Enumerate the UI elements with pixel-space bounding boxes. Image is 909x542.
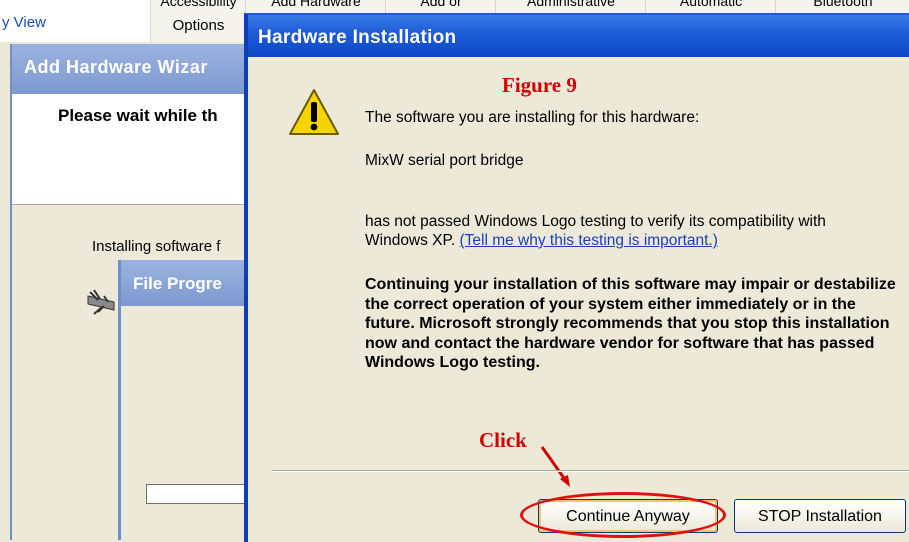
software-intro-text: The software you are installing for this… bbox=[365, 109, 700, 126]
cp-item-top-label: Add Hardware bbox=[271, 0, 361, 9]
cp-item-accessibility[interactable]: Accessibility Options bbox=[150, 0, 246, 42]
logo-testing-text: has not passed Windows Logo testing to v… bbox=[365, 212, 885, 250]
dialog-titlebar[interactable]: Hardware Installation bbox=[248, 15, 909, 57]
wizard-status-text: Installing software f bbox=[92, 238, 221, 255]
stop-installation-button[interactable]: STOP Installation bbox=[734, 499, 906, 533]
hardware-device-icon bbox=[87, 289, 115, 315]
category-view-link[interactable]: y View bbox=[2, 14, 46, 31]
device-name: MixW serial port bridge bbox=[365, 152, 524, 169]
wizard-title: Add Hardware Wizar bbox=[24, 57, 208, 77]
warning-icon bbox=[289, 89, 339, 135]
cp-item-top-label: Add or bbox=[420, 0, 462, 9]
figure-annotation: Figure 9 bbox=[502, 73, 577, 97]
wizard-titlebar[interactable]: Add Hardware Wizar bbox=[12, 44, 272, 94]
cp-item-top-label: Bluetooth bbox=[813, 0, 873, 9]
cp-item-label: Options bbox=[172, 17, 225, 34]
cp-item-top-label: Automatic bbox=[679, 0, 743, 9]
click-annotation: Click bbox=[479, 428, 527, 452]
hardware-installation-dialog: Hardware Installation Figure 9 The softw… bbox=[244, 13, 909, 542]
why-testing-link[interactable]: (Tell me why this testing is important.) bbox=[459, 232, 717, 249]
file-progress-titlebar[interactable]: File Progre bbox=[121, 260, 261, 306]
file-progress-title: File Progre bbox=[133, 274, 222, 293]
wizard-header-panel: Please wait while th bbox=[12, 94, 272, 205]
warning-message: Continuing your installation of this sof… bbox=[365, 276, 896, 371]
dialog-title: Hardware Installation bbox=[258, 27, 457, 48]
button-divider bbox=[272, 470, 909, 472]
wizard-heading: Please wait while th bbox=[58, 106, 218, 125]
continue-anyway-button[interactable]: Continue Anyway bbox=[538, 499, 718, 533]
cp-item-top-label: Accessibility bbox=[160, 0, 237, 9]
cp-item-top-label: Administrative bbox=[527, 0, 615, 9]
file-progress-window: File Progre bbox=[118, 260, 268, 540]
